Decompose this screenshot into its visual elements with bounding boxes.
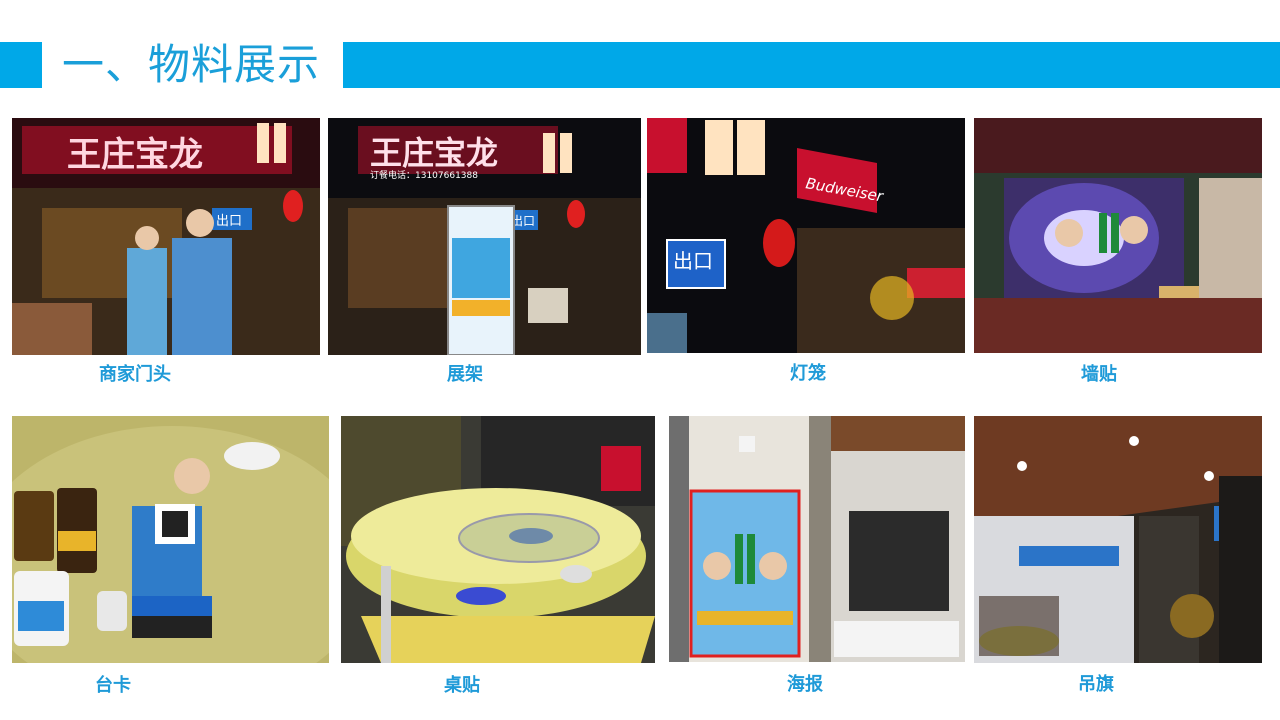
caption-table-sticker: 桌贴 [444, 675, 480, 696]
photo-storefront: 王庄宝龙 出口 [12, 118, 320, 355]
caption-table-card: 台卡 [95, 675, 131, 696]
photo-table-sticker [341, 416, 655, 663]
photo-poster [669, 416, 965, 662]
photo-display-stand: 王庄宝龙 订餐电话：13107661388 出口 [328, 118, 641, 355]
photo-lanterns: Budweiser 出口 [647, 118, 965, 353]
caption-lanterns: 灯笼 [790, 363, 826, 384]
caption-hanging-flags: 吊旗 [1078, 674, 1114, 695]
title-accent-bar [343, 42, 1280, 88]
caption-poster: 海报 [787, 674, 823, 695]
caption-display-stand: 展架 [447, 364, 483, 385]
store-sign-text: 王庄宝龙 [370, 134, 498, 172]
title-accent-left [0, 42, 42, 88]
store-sign-text: 王庄宝龙 [67, 135, 203, 175]
photo-hanging-flags [974, 416, 1262, 663]
caption-wall-sticker: 墙贴 [1081, 364, 1117, 385]
svg-text:出口: 出口 [216, 214, 242, 229]
photo-table-card [12, 416, 329, 663]
svg-text:订餐电话：13107661388: 订餐电话：13107661388 [370, 169, 478, 181]
slide-title: 一、物料展示 [62, 40, 321, 89]
photo-wall-sticker [974, 118, 1262, 353]
caption-storefront: 商家门头 [99, 364, 171, 385]
svg-text:出口: 出口 [673, 249, 713, 273]
